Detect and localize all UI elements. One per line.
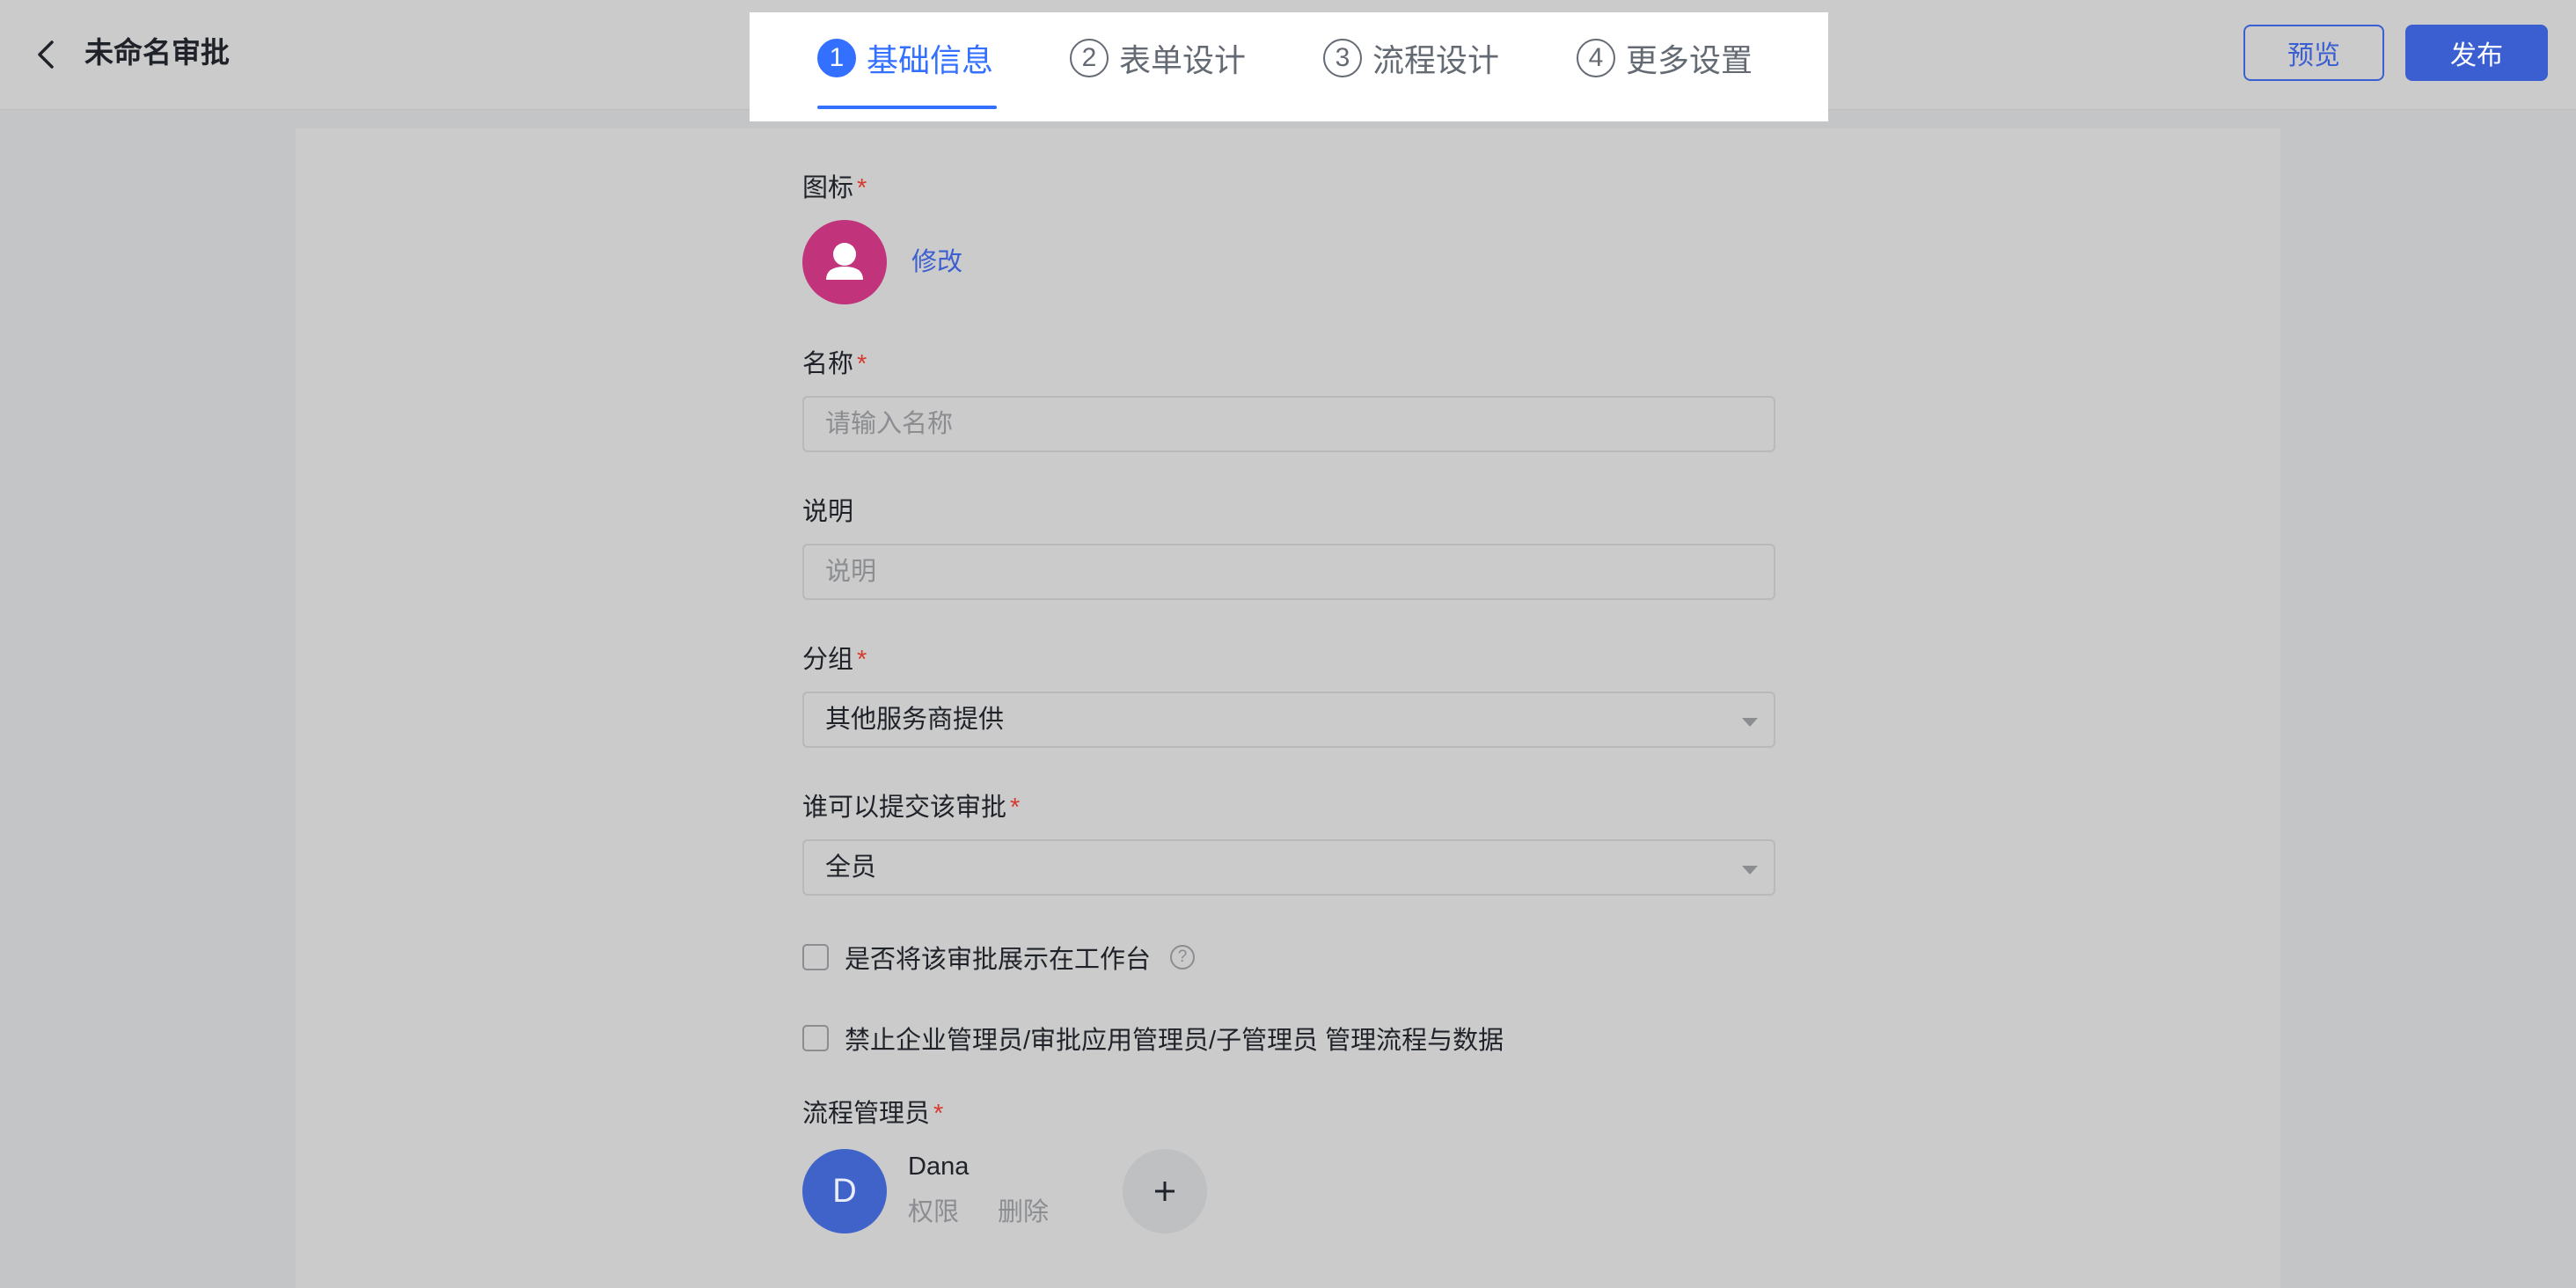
publish-button[interactable]: 发布 <box>2405 25 2548 81</box>
approval-icon[interactable] <box>802 220 887 304</box>
forbid-admin-checkbox[interactable] <box>802 1025 829 1051</box>
step-navigation: 1 基础信息 2 表单设计 3 流程设计 4 更多设置 <box>750 12 1828 121</box>
step-label: 更多设置 <box>1626 42 1753 78</box>
forbid-admin-option: 禁止企业管理员/审批应用管理员/子管理员 管理流程与数据 <box>802 1021 1504 1056</box>
active-step-indicator <box>817 106 997 109</box>
submitters-select-value: 全员 <box>825 853 877 882</box>
chevron-left-icon <box>38 40 54 69</box>
delete-link[interactable]: 删除 <box>998 1195 1049 1230</box>
forbid-admin-label: 禁止企业管理员/审批应用管理员/子管理员 管理流程与数据 <box>845 1027 1504 1055</box>
description-input-placeholder: 说明 <box>825 558 877 586</box>
permission-link[interactable]: 权限 <box>908 1195 959 1230</box>
description-input[interactable]: 说明 <box>802 544 1775 600</box>
manager-name: Dana <box>908 1153 970 1181</box>
group-field-label: 分组 * <box>802 642 867 677</box>
add-manager-button[interactable] <box>1123 1149 1207 1233</box>
name-input-placeholder: 请输入名称 <box>825 410 954 438</box>
form-panel: 图标 * 修改 名称 * 请输入名称 说明 说明 分组 * 其他服务商提供 谁可以提交… <box>296 128 2280 1288</box>
group-select[interactable]: 其他服务商提供 <box>802 692 1775 748</box>
required-mark: * <box>1010 794 1021 822</box>
submitters-select[interactable]: 全员 <box>802 839 1775 896</box>
back-button[interactable] <box>25 33 67 76</box>
required-mark: * <box>857 350 867 378</box>
name-label-text: 名称 <box>802 350 854 378</box>
step-label: 表单设计 <box>1119 42 1247 78</box>
show-workbench-label: 是否将该审批展示在工作台 <box>845 946 1152 974</box>
tab-process-design[interactable]: 3 流程设计 <box>1323 30 1499 86</box>
icon-field-label: 图标 * <box>802 171 867 206</box>
step-number: 4 <box>1577 39 1615 77</box>
name-input[interactable]: 请输入名称 <box>802 396 1775 452</box>
required-mark: * <box>933 1100 944 1128</box>
required-mark: * <box>857 646 867 674</box>
plus-icon <box>1155 1182 1175 1201</box>
avatar: D <box>802 1149 887 1233</box>
submitters-label-text: 谁可以提交该审批 <box>802 794 1007 822</box>
help-icon[interactable]: ? <box>1170 945 1196 970</box>
preview-button[interactable]: 预览 <box>2243 25 2384 81</box>
caret-down-icon <box>1742 718 1758 727</box>
submitters-field-label: 谁可以提交该审批 * <box>802 790 1020 825</box>
managers-label-text: 流程管理员 <box>802 1100 931 1128</box>
person-icon <box>826 243 863 280</box>
desc-field-label: 说明 <box>802 498 854 526</box>
group-label-text: 分组 <box>802 646 854 674</box>
modify-icon-link[interactable]: 修改 <box>911 245 962 280</box>
step-label: 流程设计 <box>1372 42 1500 78</box>
tab-form-design[interactable]: 2 表单设计 <box>1070 30 1246 86</box>
tab-basic-info[interactable]: 1 基础信息 <box>817 30 993 86</box>
page-title: 未命名审批 <box>84 36 230 69</box>
step-number: 2 <box>1070 39 1109 77</box>
required-mark: * <box>857 174 867 202</box>
icon-label-text: 图标 <box>802 174 854 202</box>
step-number: 3 <box>1323 39 1362 77</box>
managers-field-label: 流程管理员 * <box>802 1096 943 1131</box>
show-workbench-checkbox[interactable] <box>802 944 829 970</box>
name-field-label: 名称 * <box>802 347 867 382</box>
show-workbench-option: 是否将该审批展示在工作台 ? <box>802 940 1196 975</box>
caret-down-icon <box>1742 866 1758 875</box>
step-number: 1 <box>817 39 856 77</box>
tab-more-settings[interactable]: 4 更多设置 <box>1577 30 1753 86</box>
step-label: 基础信息 <box>867 42 994 78</box>
group-select-value: 其他服务商提供 <box>825 706 1005 734</box>
